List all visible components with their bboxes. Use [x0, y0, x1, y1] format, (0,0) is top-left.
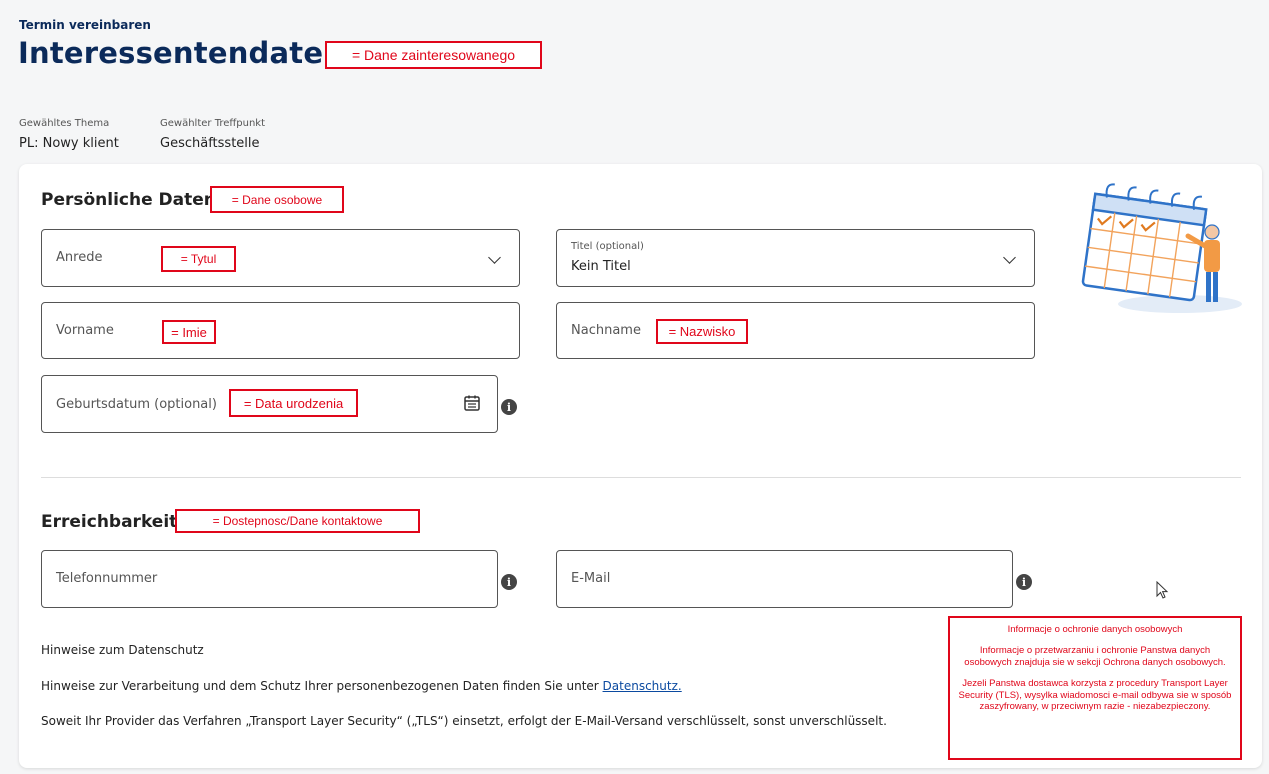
- personal-data-annotation: = Dane osobowe: [210, 186, 344, 213]
- privacy-line-1-text: Hinweise zur Verarbeitung und dem Schutz…: [41, 679, 603, 693]
- privacy-link[interactable]: Datenschutz.: [603, 679, 682, 693]
- contact-heading: Erreichbarkeit: [41, 512, 178, 532]
- topic-value: PL: Nowy klient: [19, 136, 119, 151]
- page-title: Interessentendaten: [18, 36, 345, 70]
- phone-label: Telefonnummer: [56, 571, 158, 586]
- info-icon[interactable]: i: [501, 574, 517, 590]
- lastname-annotation: = Nazwisko: [656, 319, 748, 344]
- title-label: Titel (optional): [571, 241, 644, 252]
- title-value: Kein Titel: [571, 259, 631, 274]
- birthdate-annotation: = Data urodzenia: [229, 389, 358, 417]
- phone-field[interactable]: Telefonnummer: [41, 550, 498, 608]
- email-field[interactable]: E-Mail: [556, 550, 1013, 608]
- chevron-down-icon: [1003, 251, 1016, 264]
- firstname-annotation: = Imie: [162, 320, 216, 344]
- personal-data-heading: Persönliche Daten: [41, 190, 216, 210]
- privacy-annotation-title: Informacje o ochronie danych osobowych: [1007, 624, 1183, 635]
- section-divider: [41, 477, 1241, 478]
- privacy-annotation-para-2: Jezeli Panstwa dostawca korzysta z proce…: [958, 677, 1232, 713]
- privacy-annotation-para-1: Informacje o przetwarzaniu i ochronie Pa…: [964, 644, 1226, 668]
- breadcrumb-kicker: Termin vereinbaren: [19, 18, 151, 32]
- meeting-label: Gewählter Treffpunkt: [160, 118, 265, 129]
- firstname-label: Vorname: [56, 323, 114, 338]
- calendar-icon[interactable]: [463, 394, 481, 412]
- privacy-heading: Hinweise zum Datenschutz: [41, 643, 204, 657]
- privacy-line-2: Soweit Ihr Provider das Verfahren „Trans…: [41, 714, 887, 728]
- email-label: E-Mail: [571, 571, 611, 586]
- calendar-illustration: [1070, 180, 1246, 320]
- info-icon[interactable]: i: [501, 399, 517, 415]
- privacy-line-1: Hinweise zur Verarbeitung und dem Schutz…: [41, 679, 682, 693]
- privacy-annotation-box: Informacje o ochronie danych osobowych I…: [948, 616, 1242, 760]
- lastname-field[interactable]: Nachname: [556, 302, 1035, 359]
- contact-annotation: = Dostepnosc/Dane kontaktowe: [175, 509, 420, 533]
- title-annotation: = Dane zainteresowanego: [325, 41, 542, 69]
- title-select[interactable]: Titel (optional) Kein Titel: [556, 229, 1035, 287]
- topic-label: Gewähltes Thema: [19, 118, 110, 129]
- salutation-annotation: = Tytul: [161, 246, 236, 272]
- lastname-label: Nachname: [571, 323, 641, 338]
- salutation-select[interactable]: Anrede: [41, 229, 520, 287]
- firstname-field[interactable]: Vorname: [41, 302, 520, 359]
- mouse-cursor-icon: [1156, 580, 1170, 601]
- chevron-down-icon: [488, 251, 501, 264]
- salutation-label: Anrede: [56, 250, 103, 265]
- birthdate-label: Geburtsdatum (optional): [56, 397, 217, 412]
- meeting-value: Geschäftsstelle: [160, 136, 260, 151]
- info-icon[interactable]: i: [1016, 574, 1032, 590]
